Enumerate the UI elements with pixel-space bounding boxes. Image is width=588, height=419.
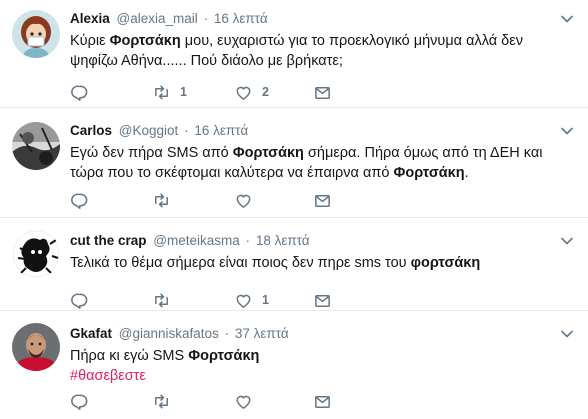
timestamp[interactable]: 18 λεπτά	[256, 233, 310, 248]
tweet-feed: Alexia @alexia_mail · 16 λεπτά Κύριε Φορ…	[0, 0, 588, 419]
hashtag-link[interactable]: #θασεβεστε	[70, 366, 574, 386]
avatar[interactable]	[12, 230, 60, 278]
separator: ·	[203, 11, 209, 26]
separator: ·	[224, 326, 230, 341]
reply-icon	[71, 193, 88, 209]
tweet-header: Alexia @alexia_mail · 16 λεπτά	[70, 10, 574, 28]
separator: ·	[245, 233, 251, 248]
avatar-bw-icon	[12, 122, 60, 170]
text-segment: Εγώ δεν πήρα SMS από	[70, 145, 233, 161]
avatar[interactable]	[12, 10, 60, 58]
direct-message-icon	[315, 194, 330, 207]
user-handle[interactable]: @meteikasma	[153, 233, 239, 248]
avatar-man-icon	[12, 323, 60, 371]
user-name[interactable]: Alexia	[70, 11, 110, 26]
like-count: 2	[262, 85, 269, 99]
tweet-item[interactable]: Alexia @alexia_mail · 16 λεπτά Κύριε Φορ…	[0, 0, 588, 108]
text-segment: Τελικά το θέμα σήμερα είναι ποιος δεν πη…	[70, 255, 411, 271]
chevron-down-icon[interactable]	[560, 234, 574, 248]
avatar-silhouette-icon	[12, 230, 60, 278]
reply-button[interactable]	[70, 290, 89, 310]
user-name[interactable]: Gkafat	[70, 326, 112, 341]
retweet-button[interactable]	[152, 190, 180, 210]
like-icon	[236, 395, 251, 409]
text-segment: Πήρα κι εγώ SMS	[70, 348, 189, 364]
text-highlight: Φορτσάκη	[393, 165, 465, 181]
retweet-icon	[155, 85, 168, 99]
tweet-item[interactable]: Gkafat @gianniskafatos · 37 λεπτά Πήρα κ…	[0, 311, 588, 419]
direct-message-button[interactable]	[313, 82, 332, 102]
timestamp[interactable]: 37 λεπτά	[235, 326, 289, 341]
avatar[interactable]	[12, 122, 60, 170]
tweet-text: Εγώ δεν πήρα SMS από Φορτσάκη σήμερα. Πή…	[70, 143, 574, 183]
chevron-down-icon[interactable]	[560, 12, 574, 26]
user-handle[interactable]: @alexia_mail	[117, 11, 198, 26]
text-highlight: Φορτσάκη	[109, 33, 181, 49]
like-icon	[236, 194, 251, 208]
direct-message-button[interactable]	[313, 391, 332, 411]
tweet-text: Τελικά το θέμα σήμερα είναι ποιος δεν πη…	[70, 253, 574, 273]
reply-button[interactable]	[70, 190, 89, 210]
tweet-header: cut the crap @meteikasma · 18 λεπτά	[70, 232, 574, 250]
user-handle[interactable]: @Koggiot	[119, 123, 179, 138]
reply-icon	[71, 293, 88, 309]
reply-button[interactable]	[70, 391, 89, 411]
direct-message-button[interactable]	[313, 190, 332, 210]
like-button[interactable]	[234, 391, 262, 411]
avatar-girl-icon	[12, 10, 60, 58]
timestamp[interactable]: 16 λεπτά	[194, 123, 248, 138]
tweet-item[interactable]: Carlos @Koggiot · 16 λεπτά Εγώ δεν πήρα …	[0, 108, 588, 218]
like-button[interactable]: 2	[234, 82, 269, 102]
retweet-icon	[155, 293, 168, 307]
chevron-down-icon[interactable]	[560, 327, 574, 341]
text-highlight: Φορτσάκη	[232, 145, 304, 161]
like-icon	[236, 294, 251, 308]
tweet-item[interactable]: cut the crap @meteikasma · 18 λεπτά Τελι…	[0, 218, 588, 311]
text-segment: .	[464, 165, 469, 181]
user-name[interactable]: Carlos	[70, 123, 112, 138]
reply-icon	[71, 85, 88, 101]
like-icon	[236, 86, 251, 100]
direct-message-icon	[315, 294, 330, 307]
direct-message-icon	[315, 86, 330, 99]
retweet-button[interactable]: 1	[152, 82, 187, 102]
retweet-button[interactable]	[152, 391, 180, 411]
text-segment: Κύριε	[70, 33, 110, 49]
reply-button[interactable]	[70, 82, 89, 102]
retweet-button[interactable]	[152, 290, 180, 310]
retweet-count: 1	[180, 85, 187, 99]
user-handle[interactable]: @gianniskafatos	[119, 326, 219, 341]
user-name[interactable]: cut the crap	[70, 233, 147, 248]
tweet-text: Κύριε Φορτσάκη μου, ευχαριστώ για το προ…	[70, 31, 574, 71]
direct-message-icon	[315, 395, 330, 408]
direct-message-button[interactable]	[313, 290, 332, 310]
tweet-text: Πήρα κι εγώ SMS Φορτσάκη #θασεβεστε	[70, 346, 574, 386]
avatar[interactable]	[12, 323, 60, 371]
like-count: 1	[262, 293, 269, 307]
tweet-header: Gkafat @gianniskafatos · 37 λεπτά	[70, 325, 574, 343]
retweet-icon	[155, 394, 168, 408]
text-highlight: Φορτσάκη	[188, 348, 260, 364]
chevron-down-icon[interactable]	[560, 124, 574, 138]
like-button[interactable]: 1	[234, 290, 269, 310]
like-button[interactable]	[234, 190, 262, 210]
reply-icon	[71, 394, 88, 410]
text-highlight: φορτσάκη	[410, 255, 481, 271]
timestamp[interactable]: 16 λεπτά	[214, 11, 268, 26]
separator: ·	[184, 123, 189, 138]
retweet-icon	[155, 193, 168, 207]
tweet-header: Carlos @Koggiot · 16 λεπτά	[70, 122, 574, 140]
